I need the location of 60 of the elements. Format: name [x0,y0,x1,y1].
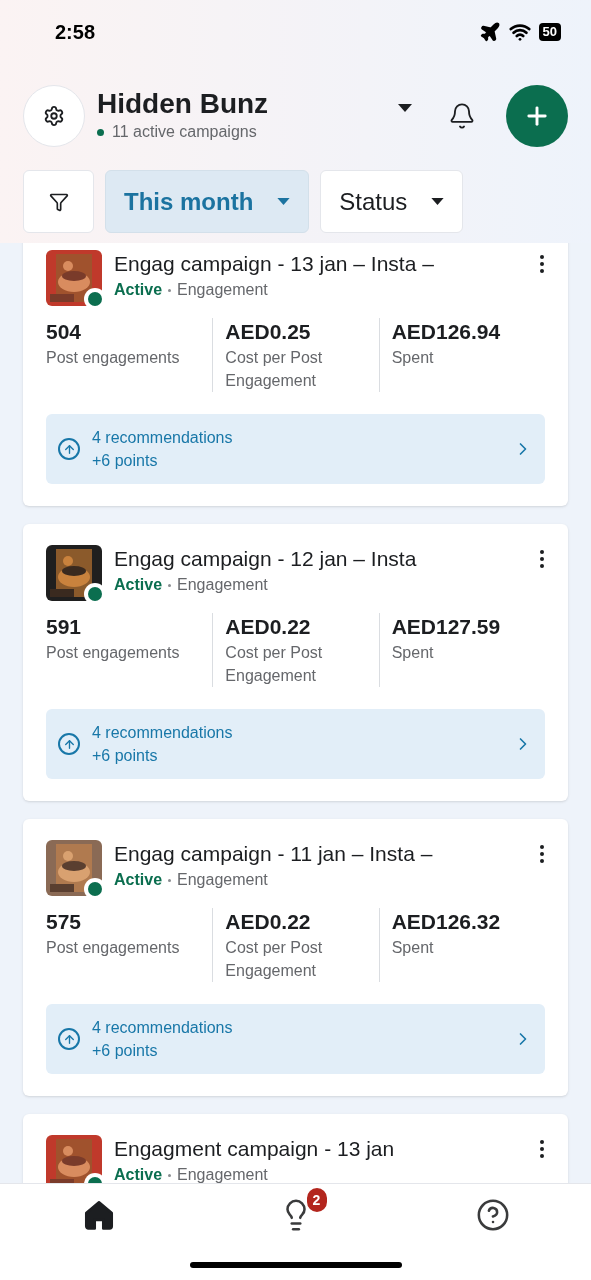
campaign-card[interactable]: Engag campaign - 11 jan – Insta – Active Engagement 575 Post engagements AED0.22 Cost per Post Engagement AED126.32 Spent 4 recommendations +6 points [23,819,568,1096]
recommendations-banner[interactable]: 4 recommendations +6 points [46,709,545,779]
metric-label: Cost per Post Engagement [225,348,324,391]
objective-label: Engagement [177,870,268,890]
recommendations-banner[interactable]: 4 recommendations +6 points [46,1004,545,1074]
recommendations-count: 4 recommendations [92,723,234,743]
metric-value: AED0.25 [225,319,312,345]
caret-icon [431,198,445,205]
metric-label: Spent [391,938,435,958]
status-time: 2:58 [55,20,96,45]
objective-label: Engagement [177,1165,268,1183]
metric-value: 591 [46,614,83,640]
points-label: +6 points [92,451,159,471]
metric-value: AED127.59 [391,614,502,640]
airplane-icon [478,21,501,43]
recommendations-banner[interactable]: 4 recommendations +6 points [46,414,545,484]
metric-label: Post engagements [46,938,181,958]
metric-value: AED126.94 [391,319,502,345]
settings-icon [43,105,65,127]
objective-label: Engagement [177,280,268,300]
filter-icon [48,191,69,212]
wifi-icon [508,21,531,43]
status-label: Active [114,870,163,890]
account-dropdown-caret[interactable] [398,104,412,112]
help-icon [475,1198,510,1232]
metric-value: 504 [46,319,83,345]
points-label: +6 points [92,1041,159,1061]
battery-indicator: 50 [538,23,561,41]
status-label: Active [114,575,163,595]
recommendations-count: 4 recommendations [92,428,234,448]
metric-label: Spent [391,643,435,663]
metric-label: Post engagements [46,348,181,368]
campaign-name: Engag campaign - 12 jan – Insta [114,546,418,572]
campaign-card[interactable]: Engag campaign - 13 jan – Insta – Active Engagement 504 Post engagements AED0.25 Cost per Post Engagement AED126.94 Spent 4 recommendations +6 points [23,243,568,506]
campaign-card[interactable]: Engag campaign - 12 jan – Insta Active Engagement 591 Post engagements AED0.22 Cost per Post Engagement AED127.59 Spent 4 recommendations +6 points [23,524,568,801]
metric-label: Cost per Post Engagement [225,643,324,686]
metric-label: Cost per Post Engagement [225,938,324,981]
caret-icon [277,198,291,205]
objective-label: Engagement [177,575,268,595]
status-label: Active [114,1165,163,1183]
notification-badge: 2 [304,1186,329,1214]
metric-value: AED0.22 [225,614,312,640]
campaign-card[interactable]: Engagment campaign - 13 jan Active Engagement [23,1114,568,1183]
metric-label: Spent [391,348,435,368]
nav-tab[interactable]: 2 [197,1186,394,1236]
metric-value: 575 [46,909,83,935]
account-name: Hidden Bunz [97,88,270,120]
filter-dropdown[interactable]: This month [105,170,310,233]
active-campaigns-count: 11 active campaigns [112,122,257,142]
recommendations-count: 4 recommendations [92,1018,234,1038]
campaign-name: Engag campaign - 13 jan – Insta – [114,251,435,277]
campaign-name: Engag campaign - 11 jan – Insta – [114,841,434,867]
campaign-name: Engagment campaign - 13 jan [114,1136,396,1162]
notifications-icon[interactable] [448,102,476,130]
metric-label: Post engagements [46,643,181,663]
metric-value: AED126.32 [391,909,502,935]
points-label: +6 points [92,746,159,766]
filter-dropdown[interactable]: Status [320,170,464,233]
metric-value: AED0.22 [225,909,312,935]
status-label: Active [114,280,163,300]
